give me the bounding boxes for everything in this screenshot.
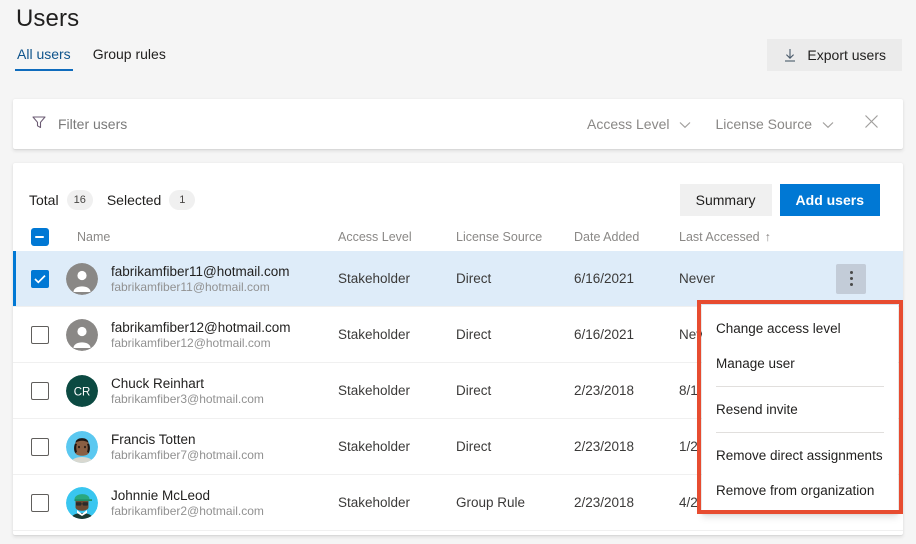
menu-item-remove-from-organization[interactable]: Remove from organization — [702, 473, 898, 508]
menu-item-resend-invite[interactable]: Resend invite — [702, 392, 898, 427]
menu-item-remove-direct-assignments[interactable]: Remove direct assignments — [702, 438, 898, 473]
selected-count-group: Selected 1 — [107, 190, 195, 210]
users-page: Users All users Group rules Export users… — [0, 0, 916, 544]
cell-date-added: 2/23/2018 — [574, 495, 679, 510]
column-header-name[interactable]: Name — [77, 230, 110, 244]
cell-access-level: Stakeholder — [338, 495, 456, 510]
user-email: fabrikamfiber12@hotmail.com — [111, 336, 291, 350]
user-email: fabrikamfiber7@hotmail.com — [111, 448, 264, 462]
avatar — [66, 263, 98, 295]
summary-button[interactable]: Summary — [680, 184, 772, 216]
filter-controls: Access Level License Source — [575, 108, 903, 140]
select-all-checkbox[interactable] — [31, 228, 49, 246]
filter-bar: Filter users Access Level License Source — [13, 99, 903, 149]
cell-license-source: Direct — [456, 439, 574, 454]
list-toolbar: Total 16 Selected 1 Summary Add users — [13, 163, 903, 223]
avatar — [66, 487, 98, 519]
cell-license-source: Direct — [456, 271, 574, 286]
clear-filters-button[interactable] — [846, 108, 891, 140]
count-summary: Total 16 Selected 1 — [29, 190, 195, 210]
user-email: fabrikamfiber2@hotmail.com — [111, 504, 264, 518]
row-more-actions-button[interactable] — [836, 264, 866, 294]
filter-users-placeholder: Filter users — [58, 116, 127, 132]
user-display-name: Chuck Reinhart — [111, 376, 264, 391]
sort-ascending-icon: ↑ — [765, 230, 771, 244]
tab-group-rules-label: Group rules — [93, 46, 166, 62]
column-header-access-level[interactable]: Access Level — [338, 230, 456, 244]
close-icon — [864, 114, 879, 134]
cell-date-added: 2/23/2018 — [574, 439, 679, 454]
table-header-row: Name Access Level License Source Date Ad… — [13, 223, 903, 251]
menu-item-manage-user[interactable]: Manage user — [702, 346, 898, 381]
total-label: Total — [29, 192, 59, 208]
access-level-filter-dropdown[interactable]: Access Level — [575, 110, 703, 138]
row-checkbox[interactable] — [31, 382, 49, 400]
menu-item-change-access-level[interactable]: Change access level — [702, 311, 898, 346]
cell-access-level: Stakeholder — [338, 439, 456, 454]
license-source-filter-dropdown[interactable]: License Source — [703, 110, 846, 138]
cell-license-source: Direct — [456, 383, 574, 398]
total-count-group: Total 16 — [29, 190, 93, 210]
avatar-initials: CR — [74, 386, 91, 398]
chevron-down-icon — [679, 116, 691, 132]
total-count-badge: 16 — [67, 190, 93, 210]
toolbar-buttons: Summary Add users — [680, 184, 880, 216]
menu-separator — [716, 432, 884, 433]
user-display-name: fabrikamfiber11@hotmail.com — [111, 264, 290, 279]
cell-access-level: Stakeholder — [338, 271, 456, 286]
row-checkbox[interactable] — [31, 494, 49, 512]
license-source-filter-label: License Source — [715, 116, 812, 132]
export-users-button[interactable]: Export users — [767, 39, 902, 71]
row-checkbox[interactable] — [31, 270, 49, 288]
selected-label: Selected — [107, 192, 161, 208]
tab-all-users-label: All users — [17, 46, 71, 62]
row-checkbox[interactable] — [31, 326, 49, 344]
user-email: fabrikamfiber11@hotmail.com — [111, 280, 290, 294]
user-display-name: fabrikamfiber12@hotmail.com — [111, 320, 291, 335]
access-level-filter-label: Access Level — [587, 116, 669, 132]
tab-group-rules[interactable]: Group rules — [91, 44, 168, 71]
tab-bar: All users Group rules — [15, 44, 168, 71]
table-row[interactable]: fabrikamfiber11@hotmail.com fabrikamfibe… — [13, 251, 903, 307]
select-all-cell — [13, 228, 66, 246]
column-header-last-accessed[interactable]: Last Accessed ↑ — [679, 230, 799, 244]
cell-license-source: Group Rule — [456, 495, 574, 510]
chevron-down-icon — [822, 116, 834, 132]
cell-access-level: Stakeholder — [338, 383, 456, 398]
cell-date-added: 2/23/2018 — [574, 383, 679, 398]
cell-date-added: 6/16/2021 — [574, 271, 679, 286]
cell-license-source: Direct — [456, 327, 574, 342]
user-email: fabrikamfiber3@hotmail.com — [111, 392, 264, 406]
cell-date-added: 6/16/2021 — [574, 327, 679, 342]
tab-all-users[interactable]: All users — [15, 44, 73, 71]
user-display-name: Francis Totten — [111, 432, 264, 447]
column-header-license-source[interactable]: License Source — [456, 230, 574, 244]
cell-access-level: Stakeholder — [338, 327, 456, 342]
filter-input-group[interactable]: Filter users — [13, 114, 127, 135]
download-icon — [783, 48, 797, 63]
user-display-name: Johnnie McLeod — [111, 488, 264, 503]
cell-last-accessed: Never — [679, 271, 799, 286]
filter-icon — [31, 114, 47, 135]
add-users-button[interactable]: Add users — [780, 184, 880, 216]
column-header-date-added[interactable]: Date Added — [574, 230, 679, 244]
export-users-label: Export users — [807, 47, 886, 63]
avatar — [66, 431, 98, 463]
page-title: Users — [16, 5, 79, 33]
avatar — [66, 319, 98, 351]
menu-separator — [716, 386, 884, 387]
row-checkbox[interactable] — [31, 438, 49, 456]
avatar: CR — [66, 375, 98, 407]
selected-count-badge: 1 — [169, 190, 195, 210]
column-header-last-accessed-label: Last Accessed — [679, 230, 760, 244]
row-context-menu: Change access level Manage user Resend i… — [702, 305, 898, 514]
